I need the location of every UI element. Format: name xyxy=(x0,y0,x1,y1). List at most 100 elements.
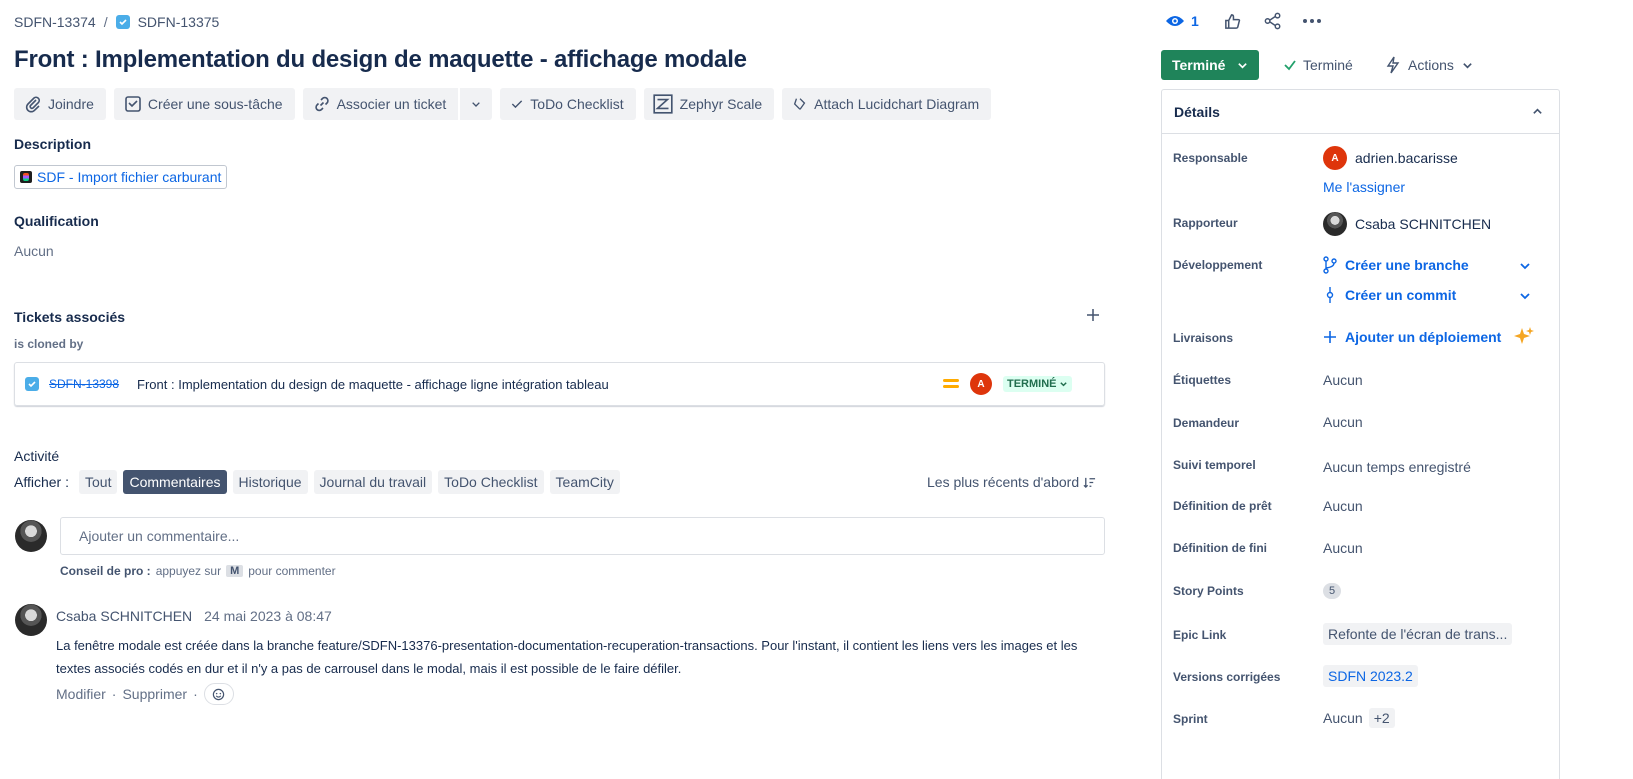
todo-checklist-button[interactable]: ToDo Checklist xyxy=(500,88,636,120)
comment-header: Csaba SCHNITCHEN 24 mai 2023 à 08:47 xyxy=(56,608,332,624)
fix-versions-label: Versions corrigées xyxy=(1173,670,1281,684)
linked-issue-row[interactable]: SDFN-13398 Front : Implementation du des… xyxy=(14,362,1105,406)
sprint-field[interactable]: Aucun +2 xyxy=(1323,708,1395,728)
more-actions-button[interactable] xyxy=(1302,10,1322,32)
sprint-value: Aucun xyxy=(1323,710,1363,726)
fix-versions-field[interactable]: SDFN 2023.2 xyxy=(1323,665,1418,687)
filter-comments[interactable]: Commentaires xyxy=(123,470,227,494)
zephyr-scale-label: Zephyr Scale xyxy=(679,96,763,112)
breadcrumb-current[interactable]: SDFN-13375 xyxy=(138,14,220,30)
linked-issue-status[interactable]: TERMINÉ xyxy=(1003,376,1072,392)
chevron-down-icon[interactable] xyxy=(1519,290,1531,302)
lucidchart-icon xyxy=(794,98,806,110)
attach-button[interactable]: Joindre xyxy=(14,88,106,120)
delete-comment-button[interactable]: Supprimer xyxy=(122,686,187,702)
todo-checklist-label: ToDo Checklist xyxy=(530,96,624,112)
comment-line: textes associés codés en dur et il n'y a… xyxy=(56,661,682,676)
link-icon xyxy=(314,96,329,112)
labels-value[interactable]: Aucun xyxy=(1323,372,1363,388)
requester-value[interactable]: Aucun xyxy=(1323,414,1363,430)
edit-comment-button[interactable]: Modifier xyxy=(56,686,106,702)
sprint-more-badge[interactable]: +2 xyxy=(1368,708,1395,728)
reporter-field[interactable]: Csaba SCHNITCHEN xyxy=(1323,212,1491,236)
linked-issue-key[interactable]: SDFN-13398 xyxy=(49,377,119,391)
comment-date[interactable]: 24 mai 2023 à 08:47 xyxy=(204,608,332,624)
filter-worklog[interactable]: Journal du travail xyxy=(313,470,433,494)
filter-teamcity[interactable]: TeamCity xyxy=(549,470,620,494)
breadcrumb-separator: / xyxy=(103,14,108,30)
activity-filters: Afficher : Tout Commentaires Historique … xyxy=(14,470,620,494)
actions-menu-button[interactable]: Actions xyxy=(1386,56,1473,74)
vote-button[interactable] xyxy=(1223,10,1242,32)
lucidchart-button[interactable]: Attach Lucidchart Diagram xyxy=(782,88,992,120)
comment-input[interactable]: Ajouter un commentaire... xyxy=(60,517,1105,555)
comment-placeholder: Ajouter un commentaire... xyxy=(79,528,240,544)
assignee-field[interactable]: A adrien.bacarisse xyxy=(1323,146,1458,170)
time-tracking-value[interactable]: Aucun temps enregistré xyxy=(1323,459,1471,475)
separator-dot: · xyxy=(111,686,117,702)
details-header[interactable]: Détails xyxy=(1162,90,1559,134)
epic-link-label: Epic Link xyxy=(1173,628,1227,642)
comment-author-avatar[interactable] xyxy=(15,604,47,636)
issue-title[interactable]: Front : Implementation du design de maqu… xyxy=(14,46,747,74)
link-issue-group: Associer un ticket xyxy=(302,88,493,120)
qualification-value[interactable]: Aucun xyxy=(14,243,54,259)
pro-tip-post: pour commenter xyxy=(248,564,336,578)
assignee-label: Responsable xyxy=(1173,151,1248,165)
filter-all[interactable]: Tout xyxy=(79,470,118,494)
breadcrumb: SDFN-13374 / SDFN-13375 xyxy=(14,12,219,32)
lightning-icon xyxy=(1386,56,1400,74)
chevron-down-icon[interactable] xyxy=(1519,260,1531,272)
breadcrumb-parent[interactable]: SDFN-13374 xyxy=(14,14,96,30)
sprint-label: Sprint xyxy=(1173,712,1208,726)
epic-link-field[interactable]: Refonte de l'écran de trans... xyxy=(1323,623,1513,645)
add-deployment-link[interactable]: Ajouter un déploiement xyxy=(1323,329,1501,345)
reporter-avatar xyxy=(1323,212,1347,236)
create-commit-link[interactable]: Créer un commit xyxy=(1323,286,1456,304)
add-deployment-label: Ajouter un déploiement xyxy=(1345,329,1502,345)
link-issue-button[interactable]: Associer un ticket xyxy=(302,88,459,120)
assignee-avatar: A xyxy=(1323,146,1347,170)
description-attachment-link[interactable]: SDF - Import fichier carburant xyxy=(14,165,228,189)
create-branch-link[interactable]: Créer une branche xyxy=(1323,256,1469,274)
thumbs-up-icon xyxy=(1225,13,1241,29)
watch-button[interactable]: 1 xyxy=(1165,10,1199,32)
more-icon xyxy=(1303,19,1321,23)
labels-label: Étiquettes xyxy=(1173,373,1232,387)
link-issue-label: Associer un ticket xyxy=(336,96,447,112)
sort-order-button[interactable]: Les plus récents d'abord xyxy=(927,474,1096,490)
share-button[interactable] xyxy=(1264,10,1282,32)
commit-icon xyxy=(1326,287,1334,303)
current-user-avatar xyxy=(15,520,47,552)
requester-label: Demandeur xyxy=(1173,416,1240,430)
epic-link-value: Refonte de l'écran de trans... xyxy=(1323,623,1513,645)
linked-issue-summary[interactable]: Front : Implementation du design de maqu… xyxy=(137,377,609,392)
separator-dot: · xyxy=(193,686,198,702)
definition-of-ready-value[interactable]: Aucun xyxy=(1323,498,1363,514)
add-reaction-button[interactable] xyxy=(203,683,234,705)
definition-of-done-value[interactable]: Aucun xyxy=(1323,540,1363,556)
ai-sparkle-icon[interactable] xyxy=(1513,326,1535,348)
assign-to-me-link[interactable]: Me l'assigner xyxy=(1323,179,1405,195)
paperclip-icon xyxy=(25,96,40,113)
development-label: Développement xyxy=(1173,258,1263,272)
comment-author[interactable]: Csaba SCHNITCHEN xyxy=(56,608,192,624)
filter-todo-checklist[interactable]: ToDo Checklist xyxy=(438,470,544,494)
link-issue-dropdown[interactable] xyxy=(460,88,493,120)
zephyr-scale-button[interactable]: Zephyr Scale xyxy=(643,88,775,120)
assignee-name: adrien.bacarisse xyxy=(1355,150,1458,166)
linked-issue-status-label: TERMINÉ xyxy=(1007,378,1057,390)
add-linked-issue-button[interactable] xyxy=(1085,307,1101,323)
status-transition-button[interactable]: Terminé xyxy=(1161,50,1259,80)
lucidchart-label: Attach Lucidchart Diagram xyxy=(814,96,980,112)
create-subtask-button[interactable]: Créer une sous-tâche xyxy=(113,88,295,120)
shortcut-key: M xyxy=(226,565,244,577)
subtask-icon xyxy=(125,96,141,112)
filter-history[interactable]: Historique xyxy=(232,470,308,494)
chevron-up-icon xyxy=(1533,108,1542,114)
resolution-label: Terminé xyxy=(1303,57,1353,73)
attach-label: Joindre xyxy=(48,96,94,112)
definition-of-done-label: Définition de fini xyxy=(1173,541,1267,555)
linked-issue-assignee-avatar[interactable]: A xyxy=(970,373,992,395)
story-points-field[interactable]: 5 xyxy=(1323,583,1341,599)
